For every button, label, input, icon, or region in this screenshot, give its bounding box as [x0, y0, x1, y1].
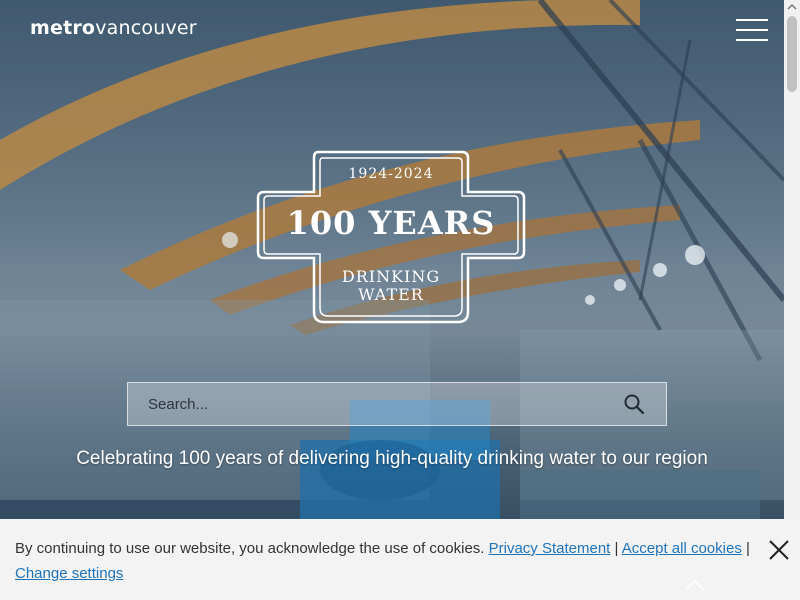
page: metrovancouver 1924-2024 100 YEARS DRINK…: [0, 0, 800, 600]
search-input[interactable]: [128, 383, 598, 425]
scrollbar-thumb[interactable]: [787, 16, 797, 92]
site-logo[interactable]: metrovancouver: [30, 17, 197, 39]
menu-bar: [736, 19, 768, 21]
badge-subtitle-line1: DRINKING: [341, 267, 441, 286]
cookie-message: By continuing to use our website, you ac…: [15, 536, 765, 586]
chevron-up-icon[interactable]: [684, 578, 706, 592]
anniversary-badge: 1924-2024 100 YEARS DRINKING WATER: [256, 148, 526, 326]
search-bar: [127, 382, 667, 426]
logo-bold-text: metro: [30, 17, 96, 39]
menu-bar: [736, 39, 768, 41]
badge-years-range: 1924-2024: [348, 166, 434, 182]
privacy-statement-link[interactable]: Privacy Statement: [489, 540, 611, 557]
scroll-up-arrow-icon[interactable]: [784, 0, 800, 14]
close-icon[interactable]: [766, 537, 792, 563]
scrollbar[interactable]: [784, 0, 800, 519]
hamburger-menu-icon[interactable]: [734, 17, 770, 43]
cookie-notice-text: By continuing to use our website, you ac…: [15, 540, 485, 557]
cookie-banner: By continuing to use our website, you ac…: [0, 519, 800, 600]
change-settings-link[interactable]: Change settings: [15, 565, 123, 582]
logo-light-text: vancouver: [95, 17, 197, 39]
accept-all-cookies-link[interactable]: Accept all cookies: [622, 540, 742, 557]
cookie-separator: |: [746, 540, 750, 557]
site-header: metrovancouver: [0, 0, 784, 60]
badge-title: 100 YEARS: [286, 204, 496, 242]
search-icon: [624, 394, 644, 414]
menu-bar: [736, 29, 768, 31]
badge-subtitle-line2: WATER: [358, 285, 424, 304]
hero-tagline: Celebrating 100 years of delivering high…: [76, 448, 708, 469]
cookie-separator: |: [614, 540, 619, 557]
search-button[interactable]: [602, 383, 666, 425]
